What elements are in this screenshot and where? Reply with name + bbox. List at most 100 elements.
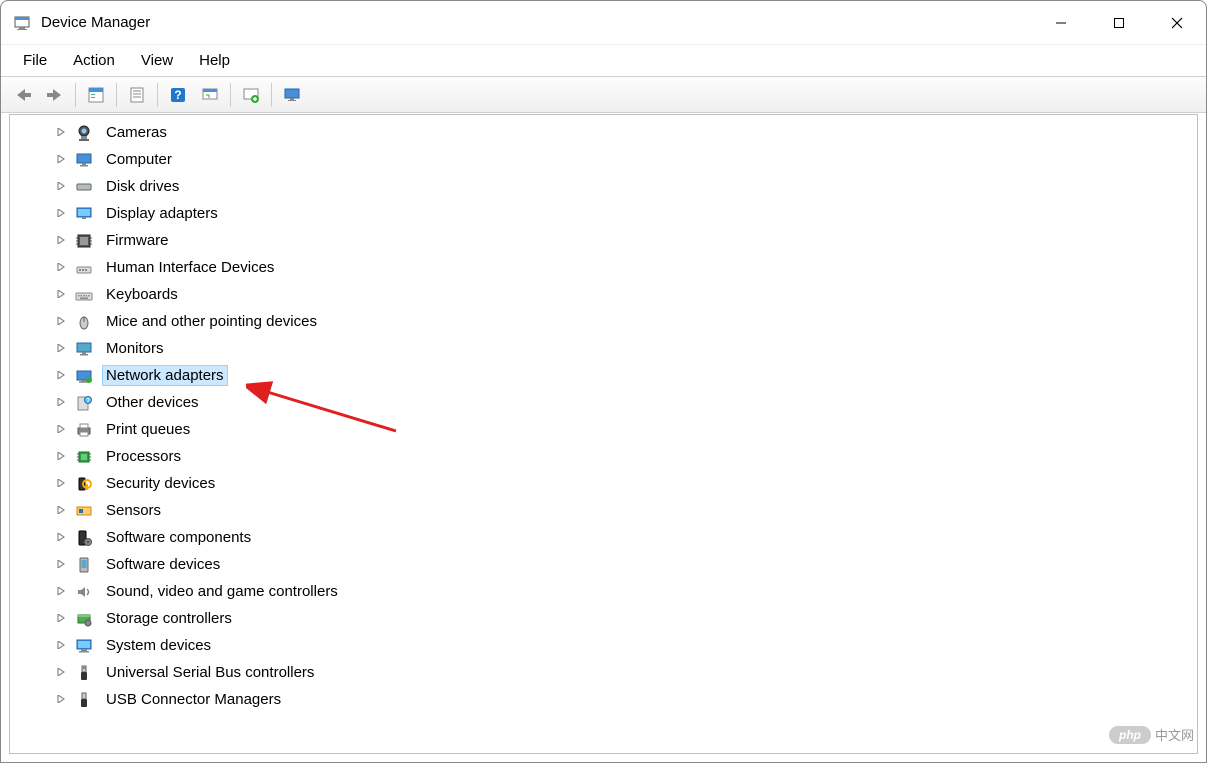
chevron-right-icon[interactable]: [54, 665, 68, 679]
tree-item-label: Human Interface Devices: [102, 257, 278, 278]
chevron-right-icon[interactable]: [54, 692, 68, 706]
tree-item-swcomp[interactable]: Software components: [10, 524, 1197, 551]
menu-action[interactable]: Action: [61, 48, 127, 73]
tree-item-sensor[interactable]: Sensors: [10, 497, 1197, 524]
disk-icon: [74, 177, 94, 197]
device-tree: Cameras ComputerDisk drives Display adapte…: [10, 115, 1197, 717]
chevron-right-icon[interactable]: [54, 179, 68, 193]
toolbar-separator: [157, 83, 158, 107]
swdev-icon: [74, 555, 94, 575]
chevron-right-icon[interactable]: [54, 638, 68, 652]
tree-item-label: Network adapters: [102, 365, 228, 386]
chevron-right-icon[interactable]: [54, 233, 68, 247]
firmware-icon: [74, 231, 94, 251]
tree-item-label: Sound, video and game controllers: [102, 581, 342, 602]
tree-item-display[interactable]: Display adapters: [10, 200, 1197, 227]
tree-item-camera[interactable]: Cameras: [10, 119, 1197, 146]
forward-button[interactable]: [41, 81, 69, 109]
chevron-right-icon[interactable]: [54, 314, 68, 328]
other-icon: ?: [74, 393, 94, 413]
tree-item-label: Monitors: [102, 338, 168, 359]
mouse-icon: [74, 312, 94, 332]
show-hidden-button[interactable]: [82, 81, 110, 109]
monitor-button[interactable]: [278, 81, 306, 109]
tree-item-storage[interactable]: Storage controllers: [10, 605, 1197, 632]
menu-view[interactable]: View: [129, 48, 185, 73]
tree-item-other[interactable]: ? Other devices: [10, 389, 1197, 416]
minimize-button[interactable]: [1032, 1, 1090, 44]
tree-item-cpu[interactable]: Processors: [10, 443, 1197, 470]
close-button[interactable]: [1148, 1, 1206, 44]
tree-item-usb[interactable]: Universal Serial Bus controllers: [10, 659, 1197, 686]
chevron-right-icon[interactable]: [54, 395, 68, 409]
chevron-right-icon[interactable]: [54, 260, 68, 274]
toolbar: ?: [1, 77, 1206, 113]
menubar: File Action View Help: [1, 45, 1206, 77]
titlebar: Device Manager: [1, 1, 1206, 45]
tree-item-label: Software devices: [102, 554, 224, 575]
toolbar-separator: [75, 83, 76, 107]
watermark-pill: php: [1109, 726, 1151, 744]
tree-item-label: Other devices: [102, 392, 203, 413]
hid-icon: [74, 258, 94, 278]
properties-button[interactable]: [123, 81, 151, 109]
tree-item-label: Security devices: [102, 473, 219, 494]
tree-item-firmware[interactable]: Firmware: [10, 227, 1197, 254]
app-icon: [13, 14, 31, 32]
tree-item-usbconn[interactable]: USB Connector Managers: [10, 686, 1197, 713]
usbconn-icon: [74, 690, 94, 710]
chevron-right-icon[interactable]: [54, 530, 68, 544]
chevron-right-icon[interactable]: [54, 611, 68, 625]
tree-item-mouse[interactable]: Mice and other pointing devices: [10, 308, 1197, 335]
chevron-right-icon[interactable]: [54, 287, 68, 301]
tree-item-security[interactable]: Security devices: [10, 470, 1197, 497]
menu-file[interactable]: File: [11, 48, 59, 73]
back-button[interactable]: [9, 81, 37, 109]
tree-item-printer[interactable]: Print queues: [10, 416, 1197, 443]
chevron-right-icon[interactable]: [54, 125, 68, 139]
tree-item-label: Cameras: [102, 122, 171, 143]
tree-item-label: Keyboards: [102, 284, 182, 305]
tree-item-label: System devices: [102, 635, 215, 656]
sensor-icon: [74, 501, 94, 521]
chevron-right-icon[interactable]: [54, 206, 68, 220]
computer-icon: [74, 150, 94, 170]
tree-item-system[interactable]: System devices: [10, 632, 1197, 659]
chevron-right-icon[interactable]: [54, 449, 68, 463]
add-driver-button[interactable]: [237, 81, 265, 109]
svg-text:?: ?: [174, 88, 181, 102]
usb-icon: [74, 663, 94, 683]
tree-item-swdev[interactable]: Software devices: [10, 551, 1197, 578]
scan-button[interactable]: [196, 81, 224, 109]
device-tree-container[interactable]: Cameras ComputerDisk drives Display adapte…: [9, 114, 1198, 754]
maximize-button[interactable]: [1090, 1, 1148, 44]
toolbar-separator: [230, 83, 231, 107]
chevron-right-icon[interactable]: [54, 584, 68, 598]
tree-item-network[interactable]: Network adapters: [10, 362, 1197, 389]
tree-item-keyboard[interactable]: Keyboards: [10, 281, 1197, 308]
tree-item-monitor[interactable]: Monitors: [10, 335, 1197, 362]
chevron-right-icon[interactable]: [54, 368, 68, 382]
tree-item-label: Firmware: [102, 230, 173, 251]
swcomp-icon: [74, 528, 94, 548]
toolbar-separator: [271, 83, 272, 107]
tree-item-computer[interactable]: Computer: [10, 146, 1197, 173]
tree-item-sound[interactable]: Sound, video and game controllers: [10, 578, 1197, 605]
menu-help[interactable]: Help: [187, 48, 242, 73]
tree-item-disk[interactable]: Disk drives: [10, 173, 1197, 200]
svg-text:?: ?: [86, 398, 90, 404]
window-title: Device Manager: [41, 14, 150, 31]
chevron-right-icon[interactable]: [54, 422, 68, 436]
tree-item-label: Display adapters: [102, 203, 222, 224]
chevron-right-icon[interactable]: [54, 503, 68, 517]
chevron-right-icon[interactable]: [54, 341, 68, 355]
chevron-right-icon[interactable]: [54, 152, 68, 166]
cpu-icon: [74, 447, 94, 467]
tree-item-hid[interactable]: Human Interface Devices: [10, 254, 1197, 281]
storage-icon: [74, 609, 94, 629]
chevron-right-icon[interactable]: [54, 476, 68, 490]
sound-icon: [74, 582, 94, 602]
chevron-right-icon[interactable]: [54, 557, 68, 571]
tree-item-label: Processors: [102, 446, 185, 467]
help-button[interactable]: ?: [164, 81, 192, 109]
